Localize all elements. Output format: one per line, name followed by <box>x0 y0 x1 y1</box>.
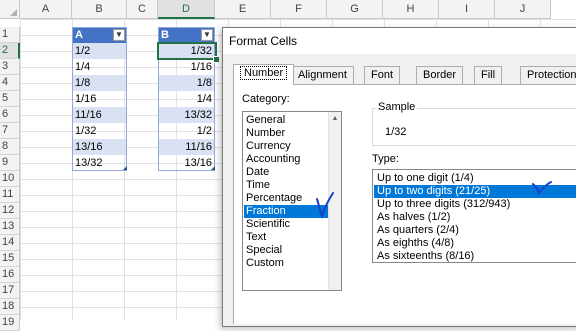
handwritten-check-mark-type <box>532 181 552 196</box>
column-header-a[interactable]: A <box>20 0 72 19</box>
type-item[interactable]: As sixteenths (8/16) <box>374 250 576 263</box>
category-item-date[interactable]: Date <box>244 166 330 179</box>
row-header-4[interactable]: 4 <box>0 75 20 91</box>
row-header-9[interactable]: 9 <box>0 155 20 171</box>
handwritten-check-mark-category <box>316 192 334 219</box>
tab-protection[interactable]: Protection <box>520 66 576 84</box>
row-header-3[interactable]: 3 <box>0 59 20 75</box>
table-resize-handle[interactable] <box>211 166 215 170</box>
row-header-10[interactable]: 10 <box>0 171 20 187</box>
column-header-e[interactable]: E <box>215 0 271 19</box>
format-cells-dialog: Format Cells Number Alignment Font Borde… <box>222 27 576 327</box>
category-label: Category: <box>242 93 290 105</box>
column-header-i[interactable]: I <box>439 0 495 19</box>
type-label: Type: <box>372 153 399 165</box>
type-item[interactable]: As eighths (4/8) <box>374 237 576 250</box>
sample-label: Sample <box>376 101 418 113</box>
column-header-f[interactable]: F <box>271 0 327 19</box>
category-item-custom[interactable]: Custom <box>244 257 330 270</box>
tab-number[interactable]: Number <box>233 64 295 85</box>
row-header-5[interactable]: 5 <box>0 91 20 107</box>
row-header-18[interactable]: 18 <box>0 299 20 315</box>
tab-border[interactable]: Border <box>416 66 464 84</box>
number-tab-pane: Category: General Number Currency Accountin… <box>233 84 576 324</box>
tab-font[interactable]: Font <box>364 66 401 84</box>
category-item-accounting[interactable]: Accounting <box>244 153 330 166</box>
category-item-text[interactable]: Text <box>244 231 330 244</box>
row-header-11[interactable]: 11 <box>0 187 20 203</box>
row-header-12[interactable]: 12 <box>0 203 20 219</box>
table-resize-handle[interactable] <box>123 166 127 170</box>
scroll-up-arrow-icon[interactable]: ▲ <box>329 113 341 125</box>
row-header-6[interactable]: 6 <box>0 107 20 123</box>
column-header-g[interactable]: G <box>327 0 383 19</box>
sample-box: 1/32 <box>372 108 576 146</box>
table-border-b <box>72 27 127 171</box>
category-item-special[interactable]: Special <box>244 244 330 257</box>
row-header-8[interactable]: 8 <box>0 139 20 155</box>
dialog-titlebar[interactable]: Format Cells <box>223 28 576 54</box>
active-cell-d2[interactable] <box>157 42 217 60</box>
row-header-19[interactable]: 19 <box>0 315 20 331</box>
sample-value: 1/32 <box>385 126 407 138</box>
column-header-h[interactable]: H <box>383 0 439 19</box>
category-item-number[interactable]: Number <box>244 127 330 140</box>
column-header-d[interactable]: D <box>158 0 215 19</box>
category-item-currency[interactable]: Currency <box>244 140 330 153</box>
type-item[interactable]: As quarters (2/4) <box>374 224 576 237</box>
type-item[interactable]: Up to three digits (312/943) <box>374 198 576 211</box>
tab-alignment[interactable]: Alignment <box>291 66 354 84</box>
category-item-general[interactable]: General <box>244 114 330 127</box>
column-header-j[interactable]: J <box>495 0 551 19</box>
tab-strip: Number Alignment Font Border Fill Protec… <box>233 64 576 85</box>
category-item-scientific[interactable]: Scientific <box>244 218 330 231</box>
row-header-2[interactable]: 2 <box>0 43 20 59</box>
select-all-corner[interactable] <box>0 0 20 19</box>
row-header-17[interactable]: 17 <box>0 283 20 299</box>
row-header-7[interactable]: 7 <box>0 123 20 139</box>
row-header-15[interactable]: 15 <box>0 251 20 267</box>
dialog-title: Format Cells <box>229 34 298 48</box>
fill-handle[interactable] <box>213 56 220 63</box>
column-header-c[interactable]: C <box>127 0 158 19</box>
row-header-16[interactable]: 16 <box>0 267 20 283</box>
tab-fill[interactable]: Fill <box>474 66 503 84</box>
row-header-13[interactable]: 13 <box>0 219 20 235</box>
row-header-1[interactable]: 1 <box>0 27 20 43</box>
column-header-b[interactable]: B <box>72 0 127 19</box>
row-header-14[interactable]: 14 <box>0 235 20 251</box>
type-item[interactable]: As halves (1/2) <box>374 211 576 224</box>
